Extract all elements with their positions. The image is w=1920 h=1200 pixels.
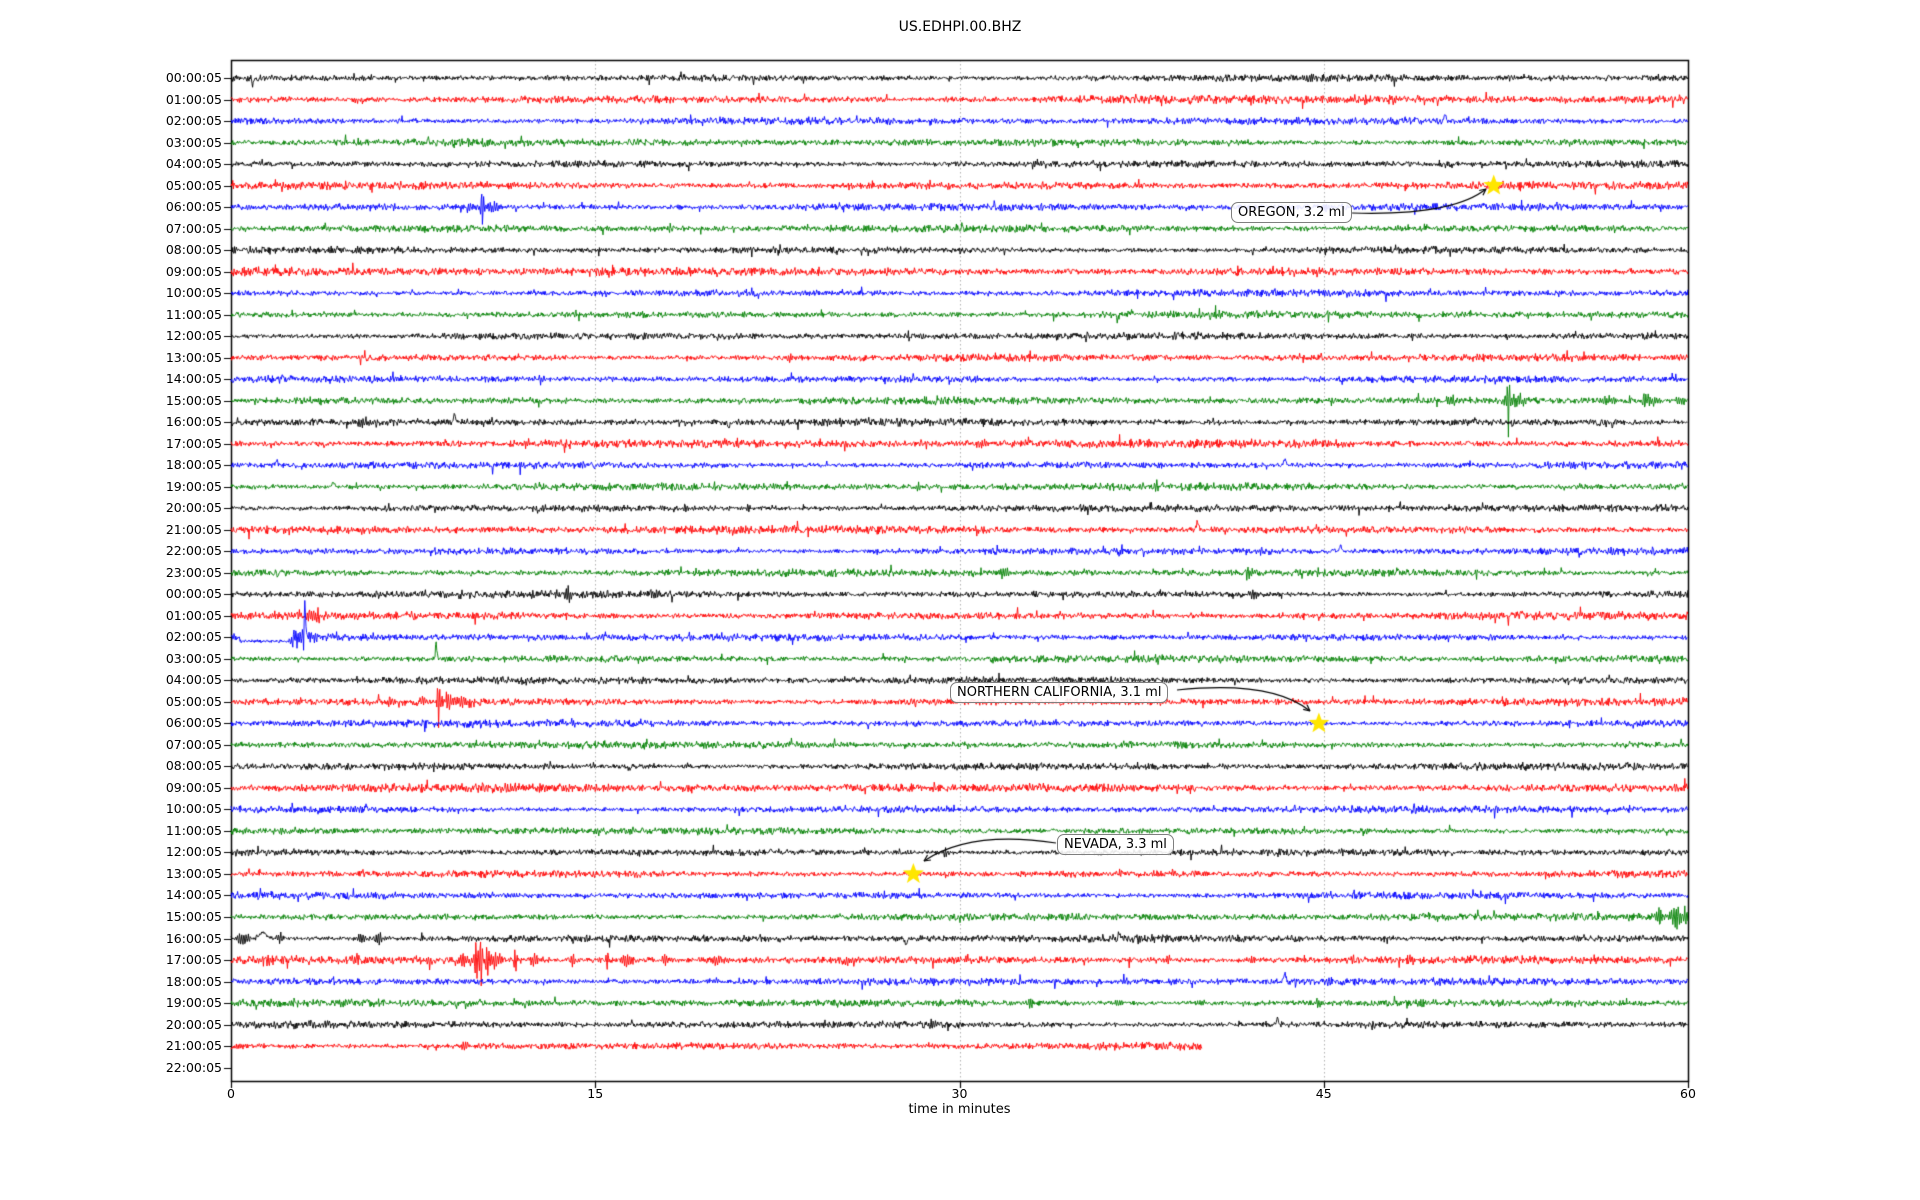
y-tick-label: 18:00:05 xyxy=(165,973,222,989)
x-tick-label: 45 xyxy=(1315,1086,1332,1101)
y-tick-label: 23:00:05 xyxy=(165,564,222,580)
y-tick-label: 22:00:05 xyxy=(165,543,222,559)
y-tick-label: 08:00:05 xyxy=(165,242,222,258)
seismogram-figure: US.EDHPI.00.BHZ time in minutes 00:00:05… xyxy=(0,0,1920,1200)
y-tick-label: 22:00:05 xyxy=(165,1059,222,1075)
y-tick-label: 00:00:05 xyxy=(165,586,222,602)
y-tick-label: 16:00:05 xyxy=(165,930,222,946)
y-tick-label: 01:00:05 xyxy=(165,91,222,107)
y-tick-label: 00:00:05 xyxy=(165,70,222,85)
y-tick-label: 16:00:05 xyxy=(165,414,222,430)
y-tick-label: 12:00:05 xyxy=(165,844,222,860)
y-tick-label: 09:00:05 xyxy=(165,263,222,279)
y-tick-label: 03:00:05 xyxy=(165,650,222,666)
y-tick-label: 02:00:05 xyxy=(165,629,222,645)
y-tick-label: 18:00:05 xyxy=(165,457,222,473)
y-tick-label: 17:00:05 xyxy=(165,952,222,968)
y-tick-label: 13:00:05 xyxy=(165,865,222,881)
y-tick-label: 04:00:05 xyxy=(165,156,222,172)
y-tick-label: 08:00:05 xyxy=(165,758,222,774)
plot-title: US.EDHPI.00.BHZ xyxy=(898,19,1022,35)
x-tick-label: 60 xyxy=(1680,1086,1696,1101)
y-tick-label: 04:00:05 xyxy=(165,672,222,688)
y-tick-label: 19:00:05 xyxy=(165,478,222,494)
y-tick-label: 01:00:05 xyxy=(165,607,222,623)
event-annotation: NEVADA, 3.3 ml xyxy=(1057,834,1174,855)
waveform-canvas xyxy=(0,0,1920,1200)
y-tick-label: 11:00:05 xyxy=(165,822,222,838)
x-tick-label: 30 xyxy=(951,1086,968,1101)
y-tick-label: 21:00:05 xyxy=(165,521,222,537)
y-tick-label: 10:00:05 xyxy=(165,801,222,817)
event-annotation: NORTHERN CALIFORNIA, 3.1 ml xyxy=(950,682,1169,703)
y-tick-label: 15:00:05 xyxy=(165,392,222,408)
y-tick-label: 12:00:05 xyxy=(165,328,222,344)
y-tick-label: 14:00:05 xyxy=(165,371,222,387)
x-tick-label: 15 xyxy=(587,1086,604,1101)
x-axis-label: time in minutes xyxy=(908,1102,1011,1117)
y-tick-label: 06:00:05 xyxy=(165,199,222,215)
y-tick-label: 06:00:05 xyxy=(165,715,222,731)
y-tick-label: 11:00:05 xyxy=(165,306,222,322)
y-tick-label: 07:00:05 xyxy=(165,736,222,752)
y-tick-label: 20:00:05 xyxy=(165,500,222,516)
y-tick-label: 17:00:05 xyxy=(165,435,222,451)
y-tick-label: 09:00:05 xyxy=(165,779,222,795)
x-tick-label: 0 xyxy=(227,1086,235,1101)
y-tick-label: 13:00:05 xyxy=(165,349,222,365)
y-tick-label: 03:00:05 xyxy=(165,134,222,150)
y-tick-label: 05:00:05 xyxy=(165,693,222,709)
event-annotation: OREGON, 3.2 ml xyxy=(1231,202,1352,223)
y-tick-label: 21:00:05 xyxy=(165,1038,222,1054)
y-tick-label: 15:00:05 xyxy=(165,909,222,924)
y-tick-label: 07:00:05 xyxy=(165,220,222,236)
y-tick-label: 19:00:05 xyxy=(165,995,222,1011)
y-tick-label: 20:00:05 xyxy=(165,1016,222,1032)
y-tick-label: 10:00:05 xyxy=(165,285,222,301)
y-tick-label: 02:00:05 xyxy=(165,113,222,129)
y-tick-label: 14:00:05 xyxy=(165,887,222,903)
y-tick-label: 05:00:05 xyxy=(165,177,222,193)
